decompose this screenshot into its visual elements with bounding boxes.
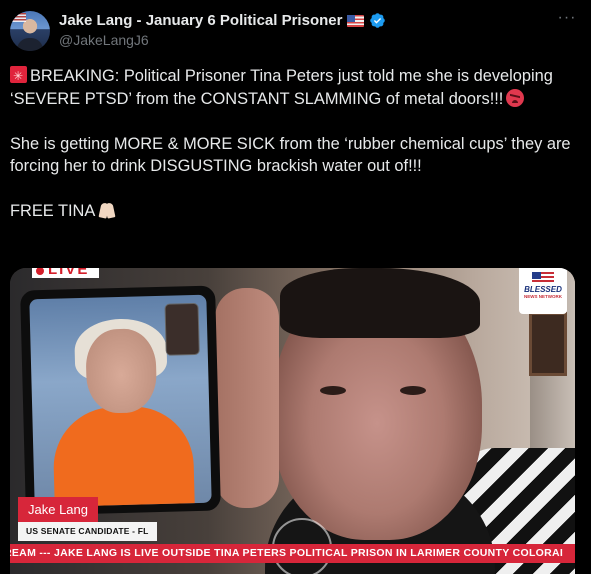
network-logo: BLESSED NEWS NETWORK [519, 268, 567, 314]
network-flag-icon [532, 272, 554, 284]
call-person-orange-uniform [52, 405, 196, 508]
news-ticker-text: REAM --- JAKE LANG IS LIVE OUTSIDE TINA … [10, 547, 564, 559]
live-label: LIVE [48, 268, 90, 278]
author-handle[interactable]: @JakeLangJ6 [59, 32, 149, 48]
avatar-flag-backdrop [12, 13, 26, 22]
tweet-paragraph-3: FREE TINA [10, 200, 585, 223]
author-avatar[interactable] [10, 11, 50, 51]
network-logo-sub: NEWS NETWORK [524, 294, 562, 299]
verified-badge-icon[interactable] [369, 12, 386, 29]
tweet-line-1-text: BREAKING: Political Prisoner Tina Peters… [10, 67, 553, 108]
call-person-face [85, 328, 158, 414]
tweet-text: BREAKING: Political Prisoner Tina Peters… [10, 65, 585, 223]
video-person-eye [400, 386, 426, 395]
tweet-header: Jake Lang - January 6 Political Prisoner… [10, 8, 585, 52]
video-person-hand [215, 288, 279, 508]
tweet-video-media[interactable]: LIVE BLESSED NEWS NETWORK Jake Lang US S… [10, 268, 575, 574]
lower-third-title: US SENATE CANDIDATE - FL [18, 522, 157, 541]
call-self-view-thumbnail [164, 302, 200, 356]
tweet-paragraph-2: She is getting MORE & MORE SICK from the… [10, 134, 571, 176]
avatar-suit [17, 38, 43, 51]
author-display-name[interactable]: Jake Lang - January 6 Political Prisoner [59, 12, 342, 29]
praying-hands-emoji-icon [97, 201, 117, 219]
live-badge: LIVE [32, 268, 100, 278]
live-dot-icon [36, 268, 44, 275]
news-ticker: REAM --- JAKE LANG IS LIVE OUTSIDE TINA … [10, 544, 575, 563]
video-person-hair [280, 268, 480, 338]
tweet-line-3-text: FREE TINA [10, 202, 96, 220]
more-options-button[interactable]: ··· [555, 10, 579, 32]
video-picture-frame [529, 312, 567, 376]
network-logo-main: BLESSED [524, 285, 562, 294]
phone-video-call-screen [29, 294, 212, 508]
video-person-eye [320, 386, 346, 395]
angry-face-emoji-icon [506, 88, 525, 107]
video-phone-device [20, 285, 221, 516]
author-name-row: Jake Lang - January 6 Political Prisoner [59, 12, 386, 29]
lower-third-name: Jake Lang [18, 497, 98, 522]
siren-emoji-icon [10, 65, 27, 88]
tweet-paragraph-1: BREAKING: Political Prisoner Tina Peters… [10, 65, 585, 110]
us-flag-icon [347, 14, 365, 27]
